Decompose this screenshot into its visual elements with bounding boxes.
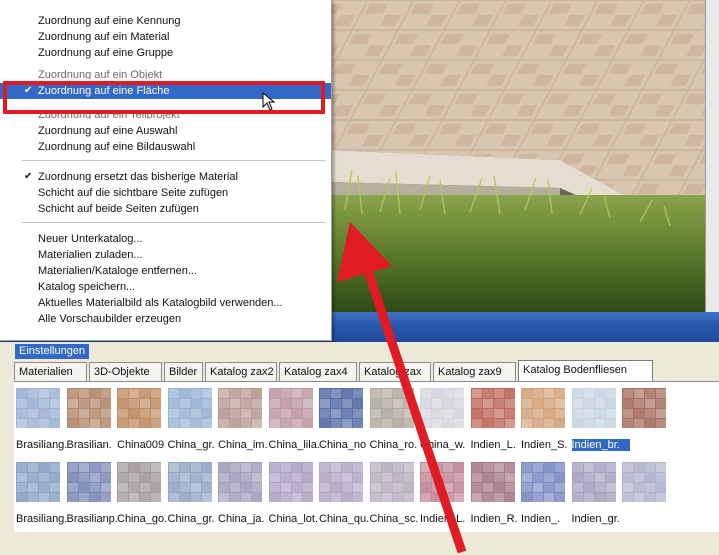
menu-item[interactable]: Materialien/Kataloge entfernen... <box>0 263 331 279</box>
settings-tab[interactable]: Einstellungen <box>15 344 90 359</box>
material-thumbnail-label[interactable]: China_sc. <box>370 513 428 525</box>
material-thumbnail[interactable] <box>167 462 212 502</box>
tab-catalog[interactable]: 3D-Objekte <box>89 362 162 381</box>
menu-item-label: Zuordnung auf ein Objekt <box>38 69 163 79</box>
material-thumbnail[interactable] <box>66 462 111 502</box>
menu-item[interactable]: Alle Vorschaubilder erzeugen <box>0 311 331 327</box>
material-thumbnail[interactable] <box>571 462 616 502</box>
material-thumbnail[interactable] <box>218 388 262 428</box>
menu-item[interactable]: Schicht auf die sichtbare Seite zufügen <box>0 185 331 201</box>
material-thumbnail[interactable] <box>470 388 515 428</box>
tab-catalog[interactable]: Katalog zax4 <box>279 362 357 381</box>
material-thumbnail-label[interactable]: Indien_S. <box>521 439 579 451</box>
material-thumbnail[interactable] <box>622 388 666 428</box>
material-thumbnail-label[interactable]: China_gr. <box>168 513 226 525</box>
menu-item-label: Zuordnung auf eine Gruppe <box>38 47 174 59</box>
material-thumbnail-label[interactable]: China_w. <box>420 439 478 451</box>
material-thumbnail-label[interactable]: Indien_br. <box>571 439 630 451</box>
menu-item-label: Zuordnung auf eine Bildauswahl <box>38 141 196 153</box>
tab-catalog[interactable]: Bilder <box>164 362 203 381</box>
material-thumbnail[interactable] <box>369 462 414 502</box>
material-thumbnail-label[interactable]: Brasiliang. <box>16 439 74 451</box>
menu-separator <box>22 160 325 161</box>
menu-item-label: Zuordnung auf ein Material <box>38 31 170 43</box>
tab-catalog[interactable]: Katalog zax9 <box>433 362 516 381</box>
material-thumbnail[interactable] <box>319 462 363 502</box>
tab-catalog[interactable]: Katalog zax <box>359 362 431 381</box>
material-thumbnail-label[interactable]: Indien_. <box>521 513 579 525</box>
context-menu: Zuordnung auf eine Kennung Zuordnung auf … <box>0 0 332 341</box>
material-thumbnail-label[interactable]: Brasilianp. <box>67 513 125 525</box>
menu-item[interactable]: Zuordnung auf eine Gruppe <box>0 45 331 61</box>
material-thumbnail-label[interactable]: China_lila. <box>269 439 327 451</box>
menu-item-label: Schicht auf die sichtbare Seite zufügen <box>38 187 229 199</box>
material-thumbnail[interactable] <box>420 462 464 502</box>
highlight-annotation-box <box>3 81 325 114</box>
material-thumbnail-label[interactable]: China_gr. <box>168 439 226 451</box>
material-thumbnail[interactable] <box>521 388 565 428</box>
tab-catalog[interactable]: Katalog zax2 <box>205 362 277 381</box>
menu-item[interactable]: Neuer Unterkatalog... <box>0 231 331 247</box>
material-thumbnail-label[interactable]: China_no <box>319 439 377 451</box>
material-thumbnail-label[interactable]: China009 <box>117 439 175 451</box>
material-thumbnail[interactable] <box>420 388 464 428</box>
material-thumbnail[interactable] <box>16 462 60 502</box>
material-thumbnail[interactable] <box>117 388 161 428</box>
material-thumbnail[interactable] <box>470 462 515 502</box>
checkmark-icon: ✔ <box>24 171 33 182</box>
material-thumbnail[interactable] <box>218 462 262 502</box>
menu-item[interactable]: Zuordnung auf eine Auswahl <box>0 123 331 139</box>
menu-item-label: Katalog speichern... <box>38 281 136 293</box>
material-thumbnail-label[interactable]: Indien_R. <box>471 513 529 525</box>
tab-catalog[interactable]: Katalog Bodenfliesen <box>518 360 653 381</box>
material-thumbnail[interactable] <box>268 388 313 428</box>
menu-item-label: Schicht auf beide Seiten zufügen <box>38 203 199 215</box>
menu-item[interactable]: Zuordnung auf eine Bildauswahl <box>0 139 331 155</box>
menu-item-label: Materialien zuladen... <box>38 249 143 261</box>
material-thumbnail-label[interactable]: Indien_L. <box>471 439 529 451</box>
material-thumbnail-label[interactable]: China_im. <box>218 439 276 451</box>
material-thumbnail-label[interactable]: China_ro. <box>370 439 428 451</box>
material-thumbnail[interactable] <box>167 388 212 428</box>
menu-item-label: Neuer Unterkatalog... <box>38 233 143 245</box>
menu-item[interactable]: ✔ Zuordnung ersetzt das bisherige Materia… <box>0 169 331 185</box>
material-thumbnail-label[interactable]: China_ja. <box>218 513 276 525</box>
menu-item[interactable]: Schicht auf beide Seiten zufügen <box>0 201 331 217</box>
menu-item[interactable]: Zuordnung auf eine Kennung <box>0 13 331 29</box>
material-thumbnail[interactable] <box>369 388 414 428</box>
material-thumbnail-label[interactable]: Indien_gr. <box>572 513 630 525</box>
viewport-scrollbar[interactable] <box>705 0 719 315</box>
material-thumbnail[interactable] <box>319 388 363 428</box>
material-thumbnail[interactable] <box>268 462 313 502</box>
material-thumbnail[interactable] <box>16 388 60 428</box>
material-thumbnail[interactable] <box>571 388 616 428</box>
material-thumbnail-label[interactable]: Brasilian. <box>67 439 125 451</box>
material-thumbnail[interactable] <box>521 462 565 502</box>
material-thumbnail-label[interactable]: China_go. <box>117 513 175 525</box>
material-thumbnail[interactable] <box>66 388 111 428</box>
menu-item-label: Zuordnung auf eine Auswahl <box>38 125 178 137</box>
menu-item[interactable]: Materialien zuladen... <box>0 247 331 263</box>
material-thumbnail-label[interactable]: Indien_L. <box>420 513 478 525</box>
menu-item-label: Aktuelles Materialbild als Katalogbild v… <box>38 297 283 309</box>
menu-item[interactable]: Zuordnung auf ein Objekt <box>0 67 331 79</box>
menu-item-label: Materialien/Kataloge entfernen... <box>38 265 197 277</box>
mouse-cursor-icon <box>262 92 276 111</box>
menu-item[interactable]: Zuordnung auf ein Material <box>0 29 331 45</box>
menu-item[interactable]: Aktuelles Materialbild als Katalogbild v… <box>0 295 331 311</box>
menu-separator <box>22 222 325 223</box>
material-thumbnail[interactable] <box>622 462 666 502</box>
material-thumbnail-label[interactable]: China_lot. <box>269 513 327 525</box>
material-thumbnail-label[interactable]: China_qu. <box>319 513 377 525</box>
menu-item-label: Zuordnung auf eine Kennung <box>38 15 181 27</box>
material-thumbnail[interactable] <box>117 462 161 502</box>
menu-item-label: Zuordnung ersetzt das bisherige Material <box>38 171 238 183</box>
material-thumbnail-grid: Brasiliang. Brasilian. China009 China_gr. Ch… <box>14 381 719 532</box>
tab-catalog[interactable]: Materialien <box>14 362 87 381</box>
menu-item[interactable]: Katalog speichern... <box>0 279 331 295</box>
material-thumbnail-label[interactable]: Brasiliang. <box>16 513 74 525</box>
menu-item-label: Alle Vorschaubilder erzeugen <box>38 313 182 325</box>
